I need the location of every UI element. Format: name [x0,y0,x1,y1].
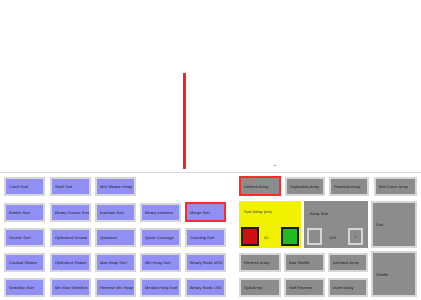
array-bar [183,73,186,169]
min-max-selection-button[interactable]: Min Max Selection [50,278,91,297]
min-heap-sort-button[interactable]: Min Heap Sort [140,253,181,272]
invert-array-button[interactable]: Invert Array [328,278,368,297]
shell-sort-button[interactable]: Shell Sort [50,177,91,196]
median-heap-sort-button[interactable]: Median Heap Sort [140,278,181,297]
array-bar-small [274,165,276,166]
max-heap-sort-button[interactable]: Max Heap Sort [95,253,136,272]
reverse-min-heap-button[interactable]: Reverse Min Heap [95,278,136,297]
binary-gnome-sort-button[interactable]: Binary Gnome Sort [50,203,91,222]
shuffle-button[interactable]: Shuffle [371,251,417,297]
split-array-button[interactable]: Split Array [239,278,281,297]
bubble-sort-button[interactable]: Bubble Sort [4,203,45,222]
sort-button[interactable]: Sort [371,201,417,248]
reverse-array-button[interactable]: Reverse Array [239,253,281,272]
parabola-array-button[interactable]: Parabola Array [329,177,369,196]
bell-curve-array-button[interactable]: Bell Curve Array [374,177,417,196]
interlace-array-button[interactable]: Interlace Array [328,253,368,272]
cocktail-shaker-button[interactable]: Cocktail Shaker [4,253,45,272]
array-size-label: Array Size [310,211,329,216]
quicksort-button[interactable]: Quicksort [95,228,136,247]
counting-sort-button[interactable]: Counting Sort [185,228,226,247]
insertion-sort-button[interactable]: Insertion Sort [95,203,136,222]
binary-radix-msd-button[interactable]: Binary Radix MSD [185,253,226,272]
optimized-gnome-button[interactable]: Optimized Gnome [50,228,91,247]
selection-sort-button[interactable]: Selection Sort [4,278,45,297]
increase-size-button[interactable]: + [348,228,363,245]
merge-sort-button[interactable]: Merge Sort [185,202,226,222]
miu-median-heap-button[interactable]: MIU Median Heap [95,177,136,196]
duplicates-array-button[interactable]: Duplicates Array [285,177,325,196]
stop-button[interactable] [241,227,259,246]
bad-shuffle-button[interactable]: Bad Shuffle [284,253,325,272]
decrease-size-button[interactable]: - [307,228,322,245]
binary-insertion-button[interactable]: Binary Insertion [140,203,181,222]
sort-delay-value: 20 [264,235,269,240]
array-size-panel: Array Size - 128 + [304,201,368,248]
start-button[interactable] [281,227,299,246]
comb-sort-button[interactable]: Comb Sort [4,177,45,196]
uniform-array-button[interactable]: Uniform Array [239,176,281,196]
gnome-sort-button[interactable]: Gnome Sort [4,228,45,247]
quick-converge-button[interactable]: Quick Converge [140,228,181,247]
array-size-value: 128 [329,235,336,240]
sort-delay-panel: Sort Delay (ms) 20 [239,201,301,248]
optimized-shaker-button[interactable]: Optimized Shaker [50,253,91,272]
sort-delay-label: Sort Delay (ms) [244,209,272,214]
visualization-area [0,0,421,172]
binary-radix-lsd-button[interactable]: Binary Radix LSD [185,278,226,297]
half-reverse-button[interactable]: Half Reverse [284,278,325,297]
